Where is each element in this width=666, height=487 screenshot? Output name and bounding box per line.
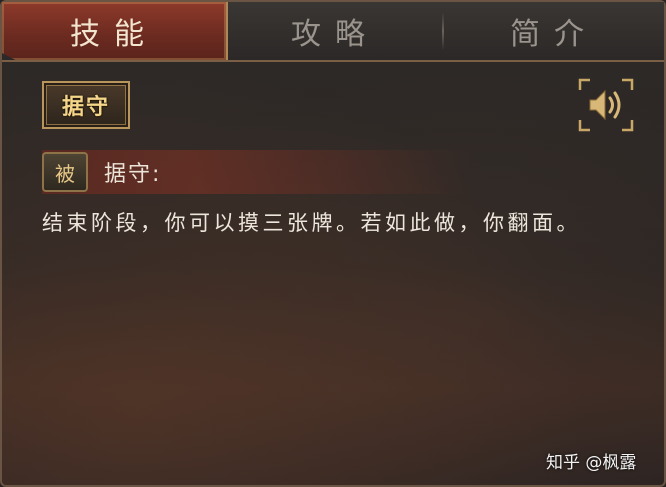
tab-bar: 技能 攻略 简介 — [2, 2, 664, 62]
tab-strategy[interactable]: 攻略 — [230, 2, 440, 60]
tab-intro[interactable]: 简介 — [444, 2, 664, 60]
speaker-icon[interactable] — [578, 78, 634, 132]
skill-title: 据守: — [104, 162, 162, 187]
skill-panel: 技能 攻略 简介 据守 被 据守: 结束阶段，你可以摸三张牌。若如此做，你翻面。… — [0, 0, 666, 487]
passive-tag: 被 — [42, 152, 88, 192]
skill-description: 结束阶段，你可以摸三张牌。若如此做，你翻面。 — [42, 211, 581, 235]
skill-name-badge[interactable]: 据守 — [42, 81, 130, 129]
tab-skills[interactable]: 技能 — [2, 2, 228, 60]
watermark: 知乎 @枫露 — [546, 453, 637, 473]
